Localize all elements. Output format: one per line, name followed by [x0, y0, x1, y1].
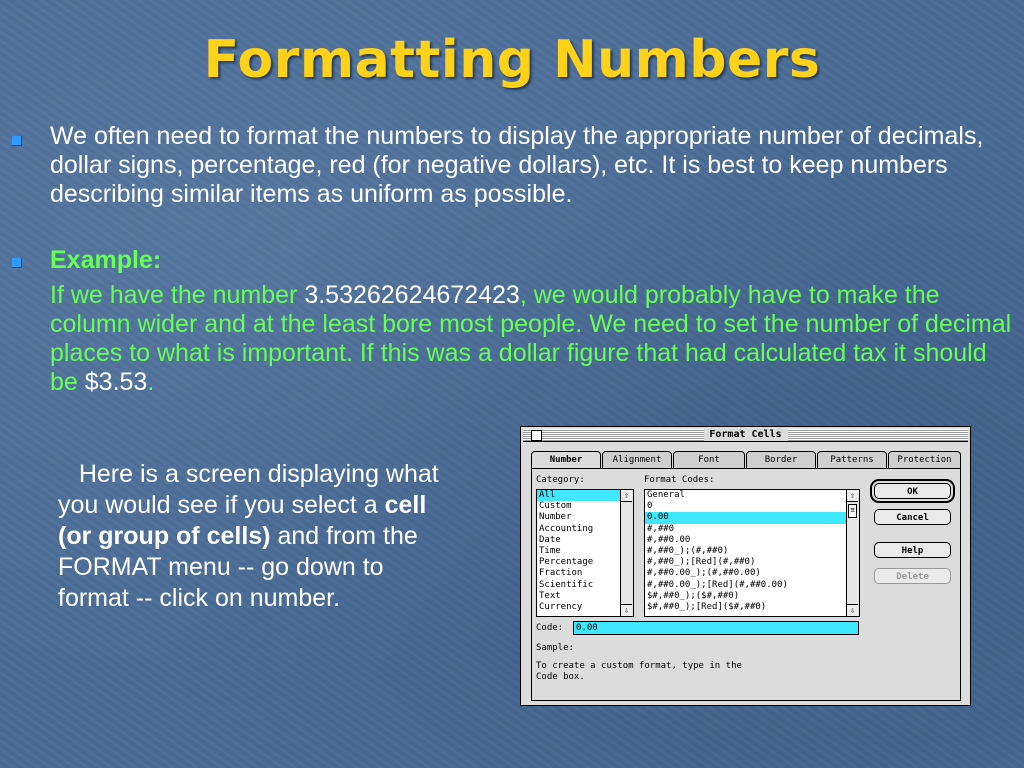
slide-title: Formatting Numbers	[203, 30, 821, 90]
scroll-up-arrow-icon[interactable]: ⇧	[847, 490, 858, 502]
format-code-item[interactable]: #,##0_);(#,##0)	[645, 546, 859, 557]
category-items: All Custom Number Accounting Date Time Percent…	[537, 490, 633, 613]
category-list[interactable]: All Custom Number Accounting Date Time Percent…	[536, 489, 634, 617]
caption-part-1: Here is a screen displaying what you wou…	[58, 460, 439, 519]
example-money: $3.53	[84, 368, 148, 396]
tab-alignment[interactable]: Alignment	[602, 451, 672, 468]
category-list-item[interactable]: Accounting	[537, 524, 633, 535]
cancel-button[interactable]: Cancel	[874, 509, 951, 525]
example-number: 3.53262624672423	[304, 281, 520, 309]
help-text-line-1: To create a custom format, type in the	[536, 661, 742, 671]
close-box-icon[interactable]	[531, 430, 542, 441]
category-label: Category:	[536, 475, 585, 485]
category-scrollbar[interactable]: ⇧ ⇩	[620, 490, 633, 616]
category-list-item[interactable]: Time	[537, 546, 633, 557]
caption-text: Here is a screen displaying what you wou…	[58, 459, 458, 614]
tab-protection[interactable]: Protection	[888, 451, 961, 468]
format-codes-label: Format Codes:	[644, 475, 715, 485]
format-code-item[interactable]: $#,##0_);[Red]($#,##0)	[645, 602, 859, 613]
category-list-item[interactable]: All	[537, 490, 633, 502]
format-codes-scrollbar[interactable]: ⇧ ≡ ⇩	[846, 490, 859, 616]
tab-patterns[interactable]: Patterns	[817, 451, 887, 468]
format-cells-dialog: Format Cells Number Alignment Font Borde…	[520, 426, 971, 706]
format-code-item[interactable]: #,##0	[645, 524, 859, 535]
scroll-thumb[interactable]: ≡	[848, 504, 857, 518]
dialog-titlebar[interactable]: Format Cells	[523, 429, 968, 442]
example-paragraph: If we have the number 3.53262624672423, …	[50, 281, 1015, 397]
format-code-item[interactable]: #,##0.00	[645, 535, 859, 546]
scroll-down-arrow-icon[interactable]: ⇩	[847, 604, 858, 616]
category-list-item[interactable]: Number	[537, 512, 633, 523]
category-list-item[interactable]: Percentage	[537, 557, 633, 568]
format-code-items: General 0 0.00 #,##0 #,##0.00 #,##0_);(#,##0)…	[645, 490, 859, 613]
format-code-item[interactable]: 0	[645, 501, 859, 512]
format-codes-list[interactable]: General 0 0.00 #,##0 #,##0.00 #,##0_);(#,##0)…	[644, 489, 860, 617]
category-list-item[interactable]: Custom	[537, 501, 633, 512]
scroll-up-arrow-icon[interactable]: ⇧	[621, 490, 632, 502]
code-label: Code:	[536, 623, 564, 633]
format-code-item[interactable]: 0.00	[645, 512, 859, 524]
bullet-text-1: We often need to format the numbers to d…	[50, 122, 984, 208]
dialog-title: Format Cells	[703, 429, 788, 441]
format-code-item[interactable]: #,##0.00_);[Red](#,##0.00)	[645, 580, 859, 591]
scroll-down-arrow-icon[interactable]: ⇩	[621, 604, 632, 616]
format-code-item[interactable]: #,##0.00_);(#,##0.00)	[645, 568, 859, 579]
category-list-item[interactable]: Text	[537, 591, 633, 602]
delete-button: Delete	[874, 568, 951, 584]
category-list-item[interactable]: Scientific	[537, 580, 633, 591]
help-button[interactable]: Help	[874, 542, 951, 558]
example-text-1: If we have the number	[50, 281, 305, 309]
tab-font[interactable]: Font	[673, 451, 745, 468]
tab-number[interactable]: Number	[531, 451, 601, 469]
bullet-marker-2	[12, 258, 22, 268]
help-text-line-2: Code box.	[536, 672, 585, 682]
sample-label: Sample:	[536, 643, 574, 653]
format-code-item[interactable]: General	[645, 490, 859, 501]
category-list-item[interactable]: Currency	[537, 602, 633, 613]
category-list-item[interactable]: Fraction	[537, 568, 633, 579]
example-text-3: .	[147, 368, 155, 396]
code-input[interactable]: 0.00	[573, 621, 859, 635]
example-heading: Example:	[50, 246, 162, 274]
ok-button[interactable]: OK	[874, 483, 951, 499]
format-code-item[interactable]: $#,##0_);($#,##0)	[645, 591, 859, 602]
tab-border[interactable]: Border	[746, 451, 816, 468]
category-list-item[interactable]: Date	[537, 535, 633, 546]
bullet-marker-1	[12, 136, 22, 146]
number-tab-panel: Category: All Custom Number Accounting Date T…	[531, 468, 961, 701]
format-code-item[interactable]: #,##0_);[Red](#,##0)	[645, 557, 859, 568]
